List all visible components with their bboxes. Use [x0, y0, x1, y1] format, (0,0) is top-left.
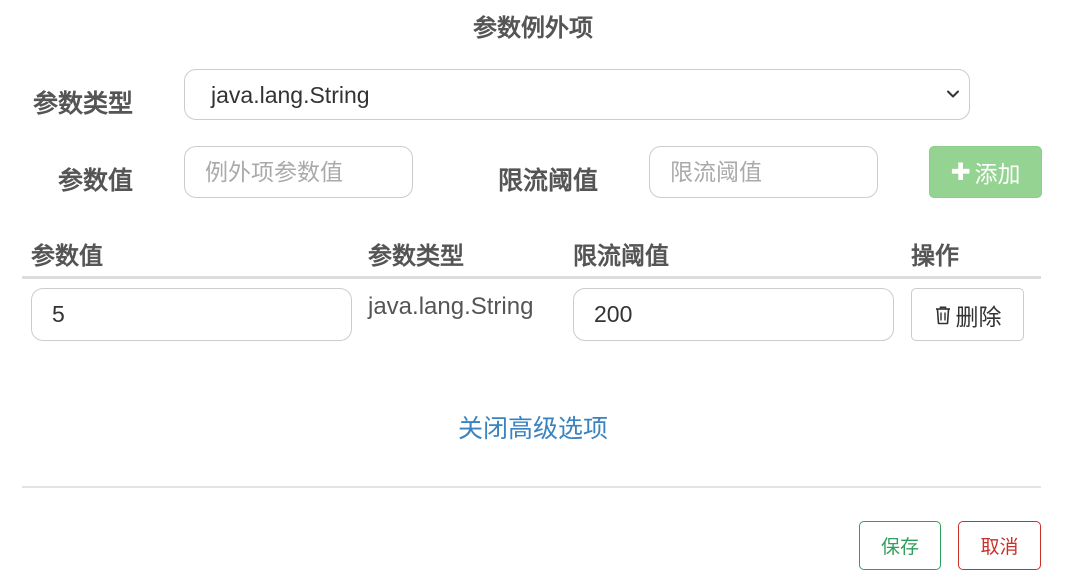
column-header-actions: 操作 — [911, 242, 959, 270]
delete-button-label: 删除 — [955, 304, 1002, 331]
delete-button[interactable]: 删除 — [911, 288, 1024, 341]
footer-divider — [22, 486, 1041, 488]
trash-icon — [935, 306, 950, 324]
param-value-input[interactable] — [184, 146, 413, 198]
section-title: 参数例外项 — [473, 14, 593, 42]
param-type-select[interactable]: java.lang.String — [184, 69, 970, 120]
row-param-type: java.lang.String — [368, 293, 534, 320]
cancel-button[interactable]: 取消 — [958, 521, 1041, 570]
close-advanced-options-link[interactable]: 关闭高级选项 — [0, 409, 1066, 445]
row-threshold-input[interactable] — [573, 288, 894, 341]
add-button-label: 添加 — [974, 162, 1021, 188]
threshold-label: 限流阈值 — [498, 166, 599, 195]
threshold-input[interactable] — [649, 146, 878, 198]
param-type-selected-value: java.lang.String — [211, 82, 370, 108]
save-button[interactable]: 保存 — [859, 521, 941, 570]
chevron-down-icon — [947, 90, 959, 98]
param-value-label: 参数值 — [58, 166, 134, 195]
column-header-param-type: 参数类型 — [368, 242, 464, 270]
plus-icon: ✚ — [950, 158, 971, 186]
column-header-threshold: 限流阈值 — [573, 242, 669, 270]
param-type-label: 参数类型 — [33, 89, 134, 118]
add-button[interactable]: ✚ 添加 — [929, 146, 1042, 198]
column-header-param-value: 参数值 — [31, 242, 103, 270]
row-param-value-input[interactable] — [31, 288, 352, 341]
table-header-divider — [22, 276, 1041, 279]
